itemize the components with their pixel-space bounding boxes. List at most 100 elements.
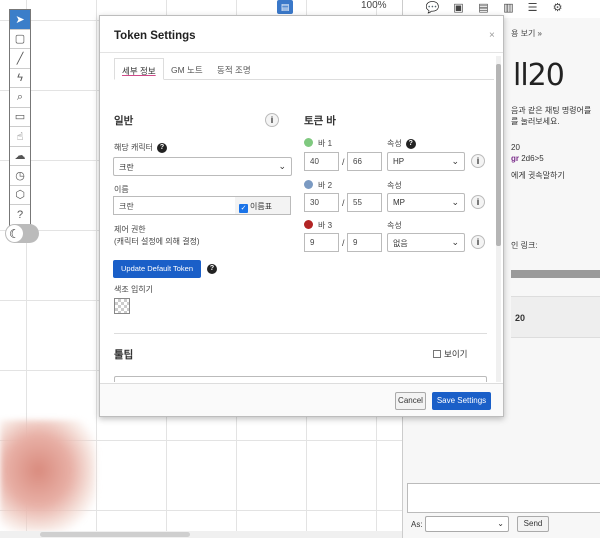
chat-card-label: 20 <box>515 313 526 323</box>
bar2-max-input[interactable]: 55 <box>347 193 382 212</box>
tooltip-visible-checkbox[interactable]: 보이기 <box>433 348 467 360</box>
dialog-scroll-thumb[interactable] <box>496 64 501 246</box>
send-button[interactable]: Send <box>517 516 549 532</box>
help-tool[interactable]: ? <box>10 205 30 225</box>
name-input[interactable]: 크란 <box>113 196 236 215</box>
speaking-as-select[interactable]: ⌄ <box>425 516 509 532</box>
bar3-max-input[interactable]: 9 <box>347 233 382 252</box>
update-default-token-button[interactable]: Update Default Token <box>113 260 201 278</box>
cube-icon: ▢ <box>14 33 26 46</box>
help-icon[interactable]: ? <box>405 138 416 149</box>
close-icon[interactable]: × <box>489 30 495 41</box>
shapes-tool[interactable]: ▢ <box>10 30 30 49</box>
dialog-footer: Cancel Save Settings <box>100 383 503 416</box>
token-bars-title: 토큰 바 <box>304 115 336 127</box>
tint-label: 색조 입히기 <box>114 285 154 294</box>
chat-card: 20 <box>511 296 600 338</box>
bar1-current-input[interactable]: 40 <box>304 152 339 171</box>
bar1-attr-label: 바 1속성? <box>387 138 416 149</box>
bar2-current-input[interactable]: 30 <box>304 193 339 212</box>
turn-tool[interactable]: ◷ <box>10 166 30 186</box>
moon-icon: ☾ <box>6 225 23 242</box>
help-icon[interactable]: ? <box>207 264 217 274</box>
question-icon: ? <box>16 208 24 221</box>
newspaper-icon[interactable]: ▤ <box>476 1 491 15</box>
bar3-color-dot <box>304 220 313 229</box>
clock-icon: ◷ <box>15 169 25 182</box>
dialog-tabs: 세부 정보 GM 노트 동적 조명 <box>114 58 494 80</box>
dialog-title: Token Settings <box>114 30 196 42</box>
bar3-attribute-select[interactable]: 없음 ⌄ <box>387 233 465 252</box>
control-sublabel: (캐릭터 설정에 의해 결정) <box>114 237 200 246</box>
bar1-info-button[interactable]: i <box>471 154 485 168</box>
chevron-down-icon: ⌄ <box>451 237 459 247</box>
brush-icon: ╱ <box>16 52 24 65</box>
cloud-icon: ☁ <box>14 150 26 163</box>
hexagon-icon: ⬡ <box>15 189 25 202</box>
character-label: 해당 캐릭터? <box>114 142 168 153</box>
token-settings-dialog: Token Settings × 세부 정보 GM 노트 동적 조명 일반 i … <box>99 15 504 417</box>
ruler-tool[interactable]: ▭ <box>10 108 30 127</box>
tint-color-swatch[interactable] <box>114 298 130 314</box>
chat-message-line: 를 눌러보세요. <box>511 117 560 126</box>
bar3-separator: / <box>342 238 345 248</box>
save-settings-button[interactable]: Save Settings <box>432 392 491 410</box>
dice-tool[interactable]: ⬡ <box>10 186 30 205</box>
fx-tool[interactable]: ϟ <box>10 69 30 88</box>
chevron-down-icon: ⌄ <box>497 519 504 528</box>
document-icon[interactable]: ▤ <box>277 0 293 14</box>
chevron-down-icon: ⌄ <box>451 197 459 207</box>
bar3-info-button[interactable]: i <box>471 235 485 249</box>
pointer-icon: ➤ <box>15 13 25 26</box>
chevron-down-icon: ⌄ <box>278 161 286 171</box>
book-icon[interactable]: ▥ <box>501 1 516 15</box>
tab-gm-notes[interactable]: GM 노트 <box>164 58 210 80</box>
bar2-attribute-select[interactable]: MP ⌄ <box>387 193 465 212</box>
tooltip-section-title: 툴팁 <box>114 349 134 361</box>
general-section-title: 일반 <box>114 115 134 127</box>
character-select[interactable]: 크란 ⌄ <box>113 157 292 176</box>
bar2-color-dot <box>304 180 313 189</box>
chat-input[interactable] <box>407 483 600 513</box>
bar1-color-dot <box>304 138 313 147</box>
bar3-current-input[interactable]: 9 <box>304 233 339 252</box>
chat-icon[interactable]: 💬 <box>425 1 440 15</box>
zoom-tool[interactable]: ⌕ <box>10 88 30 108</box>
magnifier-icon: ⌕ <box>16 90 24 103</box>
night-mode-toggle[interactable]: ☾ <box>5 224 39 243</box>
chat-roll-formula: 2d6>5 <box>519 154 544 163</box>
checkmark-icon: ✓ <box>239 204 248 213</box>
bar1-attribute-select[interactable]: HP ⌄ <box>387 152 465 171</box>
chat-message-line: 인 링크: <box>511 241 538 250</box>
bar2-label: 바 2 <box>318 181 333 190</box>
bar2-info-button[interactable]: i <box>471 195 485 209</box>
bar1-label: 바 1 <box>318 139 333 148</box>
bar2-separator: / <box>342 198 345 208</box>
image-icon[interactable]: ▣ <box>451 1 466 15</box>
chat-roll-example: gr 2d6>5 <box>511 154 544 163</box>
dialog-content: 일반 i 해당 캐릭터? 크란 ⌄ 이름 크란 ✓ 이름표 제어 권한 (캐릭터 설… <box>100 80 496 382</box>
chat-roll-command: gr <box>511 154 519 163</box>
tooltip-textarea[interactable] <box>114 376 487 382</box>
cancel-button[interactable]: Cancel <box>395 392 426 410</box>
chat-archive-link[interactable]: 용 보기 » <box>511 28 542 39</box>
canvas-horizontal-scrollbar[interactable] <box>0 531 402 538</box>
draw-tool[interactable]: ╱ <box>10 49 30 69</box>
general-info-button[interactable]: i <box>265 113 279 127</box>
tab-details[interactable]: 세부 정보 <box>114 58 164 80</box>
help-icon[interactable]: ? <box>157 142 168 153</box>
list-icon[interactable]: ☰ <box>525 1 540 15</box>
bar1-max-input[interactable]: 66 <box>347 152 382 171</box>
tab-dynamic-lighting[interactable]: 동적 조명 <box>210 58 258 80</box>
roll20-logo: ll20 <box>513 58 565 93</box>
hand-tool[interactable]: ☝ <box>10 127 30 147</box>
bar3-label: 바 3 <box>318 221 333 230</box>
chat-message-line: 음과 같은 채팅 명령어를 <box>511 106 592 115</box>
canvas-scroll-thumb[interactable] <box>40 532 190 537</box>
select-tool[interactable]: ➤ <box>10 10 30 30</box>
gear-icon[interactable]: ⚙ <box>550 1 565 15</box>
fog-tool[interactable]: ☁ <box>10 147 30 166</box>
token-image[interactable] <box>0 420 96 532</box>
nameplate-checkbox[interactable]: ✓ 이름표 <box>235 196 291 215</box>
dialog-scrollbar[interactable] <box>496 56 501 382</box>
